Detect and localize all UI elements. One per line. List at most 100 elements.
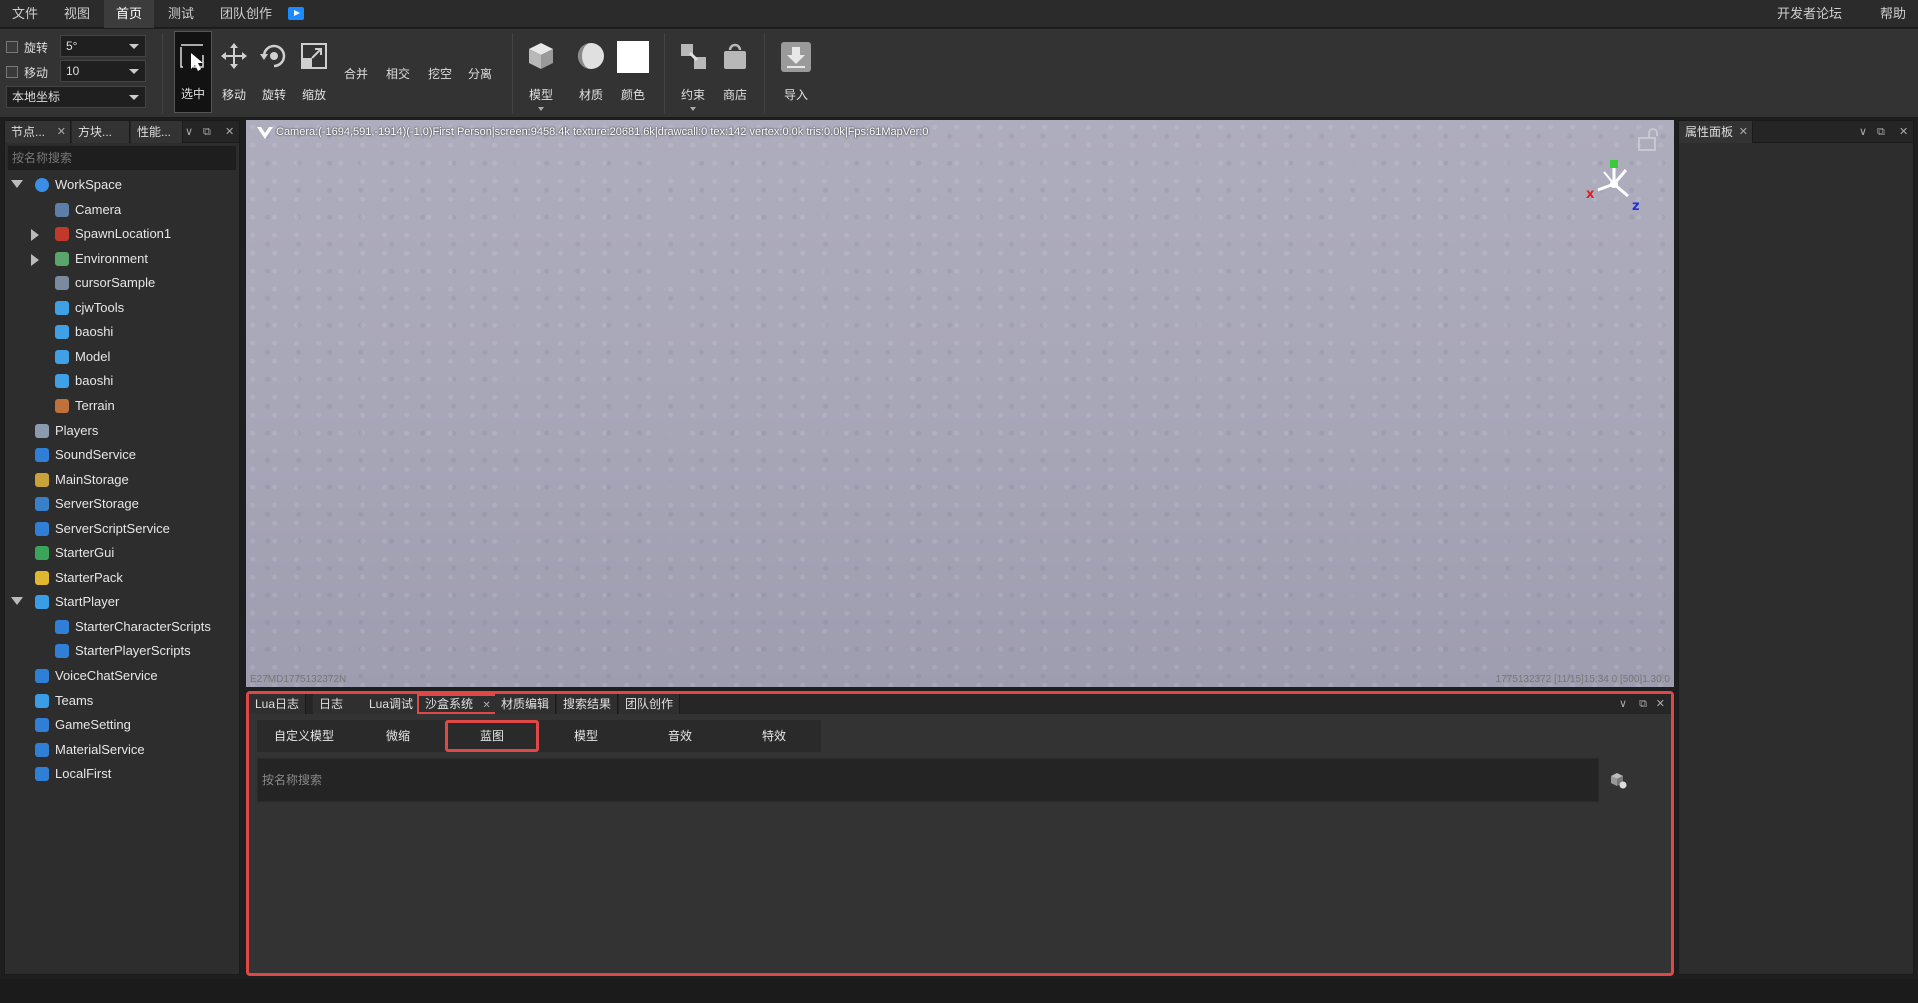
- rotate-tool-button[interactable]: 旋转: [256, 31, 292, 113]
- tree-item[interactable]: Camera: [5, 198, 235, 222]
- constraint-button[interactable]: 约束: [674, 31, 712, 113]
- tree-item[interactable]: baoshi: [5, 320, 235, 344]
- chevron-down-icon: [129, 69, 139, 74]
- tree-item[interactable]: Players: [5, 419, 235, 443]
- menu-bar: 文件 视图 首页 测试 团队创作 开发者论坛 帮助: [0, 0, 1918, 28]
- tab-blocks[interactable]: 方块...: [72, 121, 130, 143]
- import-icon: [781, 42, 811, 72]
- menu-test[interactable]: 测试: [156, 0, 206, 28]
- menu-team[interactable]: 团队创作: [208, 0, 284, 28]
- tree-item[interactable]: StarterPack: [5, 566, 235, 590]
- tree-item[interactable]: SoundService: [5, 443, 235, 467]
- tree-item[interactable]: baoshi: [5, 369, 235, 393]
- tree-item[interactable]: StarterGui: [5, 541, 235, 565]
- negate-button[interactable]: 挖空: [428, 65, 452, 82]
- float-window-icon[interactable]: ⧉: [203, 121, 211, 143]
- select-tool-button[interactable]: 选中: [174, 31, 212, 113]
- close-icon[interactable]: ✕: [1739, 121, 1748, 143]
- tree-item[interactable]: WorkSpace: [5, 173, 235, 197]
- tree-item[interactable]: MainStorage: [5, 468, 235, 492]
- move-snap-checkbox[interactable]: [6, 66, 18, 78]
- tab-nodes[interactable]: 节点... ✕: [5, 121, 71, 143]
- tab-blueprint[interactable]: 蓝图: [445, 720, 539, 752]
- menu-help[interactable]: 帮助: [1868, 0, 1918, 28]
- tab-performance[interactable]: 性能...: [131, 121, 183, 143]
- close-icon[interactable]: ✕: [225, 121, 234, 143]
- tree-item[interactable]: GameSetting: [5, 713, 235, 737]
- chevron-down-icon[interactable]: ∨: [185, 121, 193, 143]
- menu-file[interactable]: 文件: [0, 0, 50, 28]
- tree-item[interactable]: VoiceChatService: [5, 664, 235, 688]
- close-icon[interactable]: ✕: [1899, 121, 1908, 143]
- chevron-down-icon[interactable]: ∨: [1859, 121, 1867, 143]
- tree-item-label: MaterialService: [55, 741, 145, 757]
- intersect-button[interactable]: 相交: [386, 65, 410, 82]
- play-video-icon[interactable]: [288, 7, 304, 20]
- tree-item[interactable]: StarterPlayerScripts: [5, 639, 235, 663]
- tree-item[interactable]: StartPlayer: [5, 590, 235, 614]
- tab-custom-model[interactable]: 自定义模型: [257, 720, 351, 752]
- model-filter-icon[interactable]: [1609, 771, 1627, 789]
- expand-right-icon[interactable]: [31, 229, 39, 242]
- tree-item[interactable]: MaterialService: [5, 738, 235, 762]
- tab-search-results[interactable]: 搜索结果: [557, 694, 619, 714]
- rotate-snap-checkbox[interactable]: [6, 41, 18, 53]
- expand-right-icon[interactable]: [31, 253, 39, 266]
- axis-gizmo-icon[interactable]: x z: [1584, 158, 1644, 214]
- scale-tool-button[interactable]: 缩放: [296, 31, 332, 113]
- tree-item-label: GameSetting: [55, 717, 131, 733]
- tab-material-editor[interactable]: 材质编辑: [495, 694, 557, 714]
- store-button[interactable]: 商店: [716, 31, 754, 113]
- menu-home[interactable]: 首页: [104, 0, 155, 28]
- union-button[interactable]: 合并: [344, 65, 368, 82]
- tab-model[interactable]: 模型: [539, 720, 633, 752]
- expand-down-icon[interactable]: [11, 597, 23, 606]
- color-button[interactable]: 颜色: [614, 31, 652, 113]
- chevron-down-icon[interactable]: ∨: [1619, 694, 1627, 714]
- menu-view[interactable]: 视图: [52, 0, 102, 28]
- import-button[interactable]: 导入: [776, 31, 816, 113]
- explorer-search-input[interactable]: 按名称搜索: [7, 145, 237, 171]
- tree-item[interactable]: cjwTools: [5, 296, 235, 320]
- close-icon[interactable]: ✕: [57, 121, 66, 143]
- tree-item[interactable]: Terrain: [5, 394, 235, 418]
- tree-item[interactable]: Environment: [5, 247, 235, 271]
- tab-properties[interactable]: 属性面板 ✕: [1679, 121, 1753, 143]
- tab-miniature[interactable]: 微缩: [351, 720, 445, 752]
- tree-item[interactable]: Model: [5, 345, 235, 369]
- tab-team-create[interactable]: 团队创作: [619, 694, 681, 714]
- float-window-icon[interactable]: ⧉: [1877, 121, 1885, 143]
- color-swatch-icon: [617, 41, 649, 73]
- expand-down-icon[interactable]: [11, 180, 23, 188]
- camera-lock-icon[interactable]: [1636, 128, 1660, 152]
- move-snap-select[interactable]: 10: [60, 60, 146, 82]
- material-button[interactable]: 材质: [572, 31, 610, 113]
- tab-lua-log[interactable]: Lua日志: [249, 694, 307, 714]
- tree-item[interactable]: ServerScriptService: [5, 517, 235, 541]
- tab-special-effect[interactable]: 特效: [727, 720, 821, 752]
- tab-lua-debug[interactable]: Lua调试: [363, 694, 421, 714]
- move-tool-button[interactable]: 移动: [216, 31, 252, 113]
- chevron-down-icon: [690, 107, 696, 111]
- tab-sound-effect[interactable]: 音效: [633, 720, 727, 752]
- close-icon[interactable]: ✕: [482, 700, 490, 711]
- tree-item[interactable]: SpawnLocation1: [5, 222, 235, 246]
- tree-item[interactable]: StarterCharacterScripts: [5, 615, 235, 639]
- menu-developer-forum[interactable]: 开发者论坛: [1765, 0, 1854, 28]
- coordinate-space-select[interactable]: 本地坐标: [6, 86, 146, 108]
- rotate-snap-select[interactable]: 5°: [60, 35, 146, 57]
- tree-item[interactable]: ServerStorage: [5, 492, 235, 516]
- float-window-icon[interactable]: ⧉: [1639, 694, 1647, 714]
- tree-item-label: Teams: [55, 692, 94, 708]
- scene-viewport[interactable]: Camera:(-1694,591,-1914)(-1,0)First Pers…: [246, 120, 1674, 687]
- tab-log[interactable]: 日志: [313, 694, 365, 714]
- sandbox-search-input[interactable]: 按名称搜索: [257, 758, 1599, 802]
- separate-button[interactable]: 分离: [468, 65, 492, 82]
- tree-item[interactable]: Teams: [5, 689, 235, 713]
- model-button[interactable]: 模型: [522, 31, 560, 113]
- tree-item[interactable]: cursorSample: [5, 271, 235, 295]
- tab-sandbox-system[interactable]: 沙盒系统 ✕: [417, 694, 499, 714]
- tree-item[interactable]: LocalFirst: [5, 762, 235, 786]
- cube-icon: [529, 43, 553, 69]
- close-icon[interactable]: ✕: [1656, 694, 1665, 714]
